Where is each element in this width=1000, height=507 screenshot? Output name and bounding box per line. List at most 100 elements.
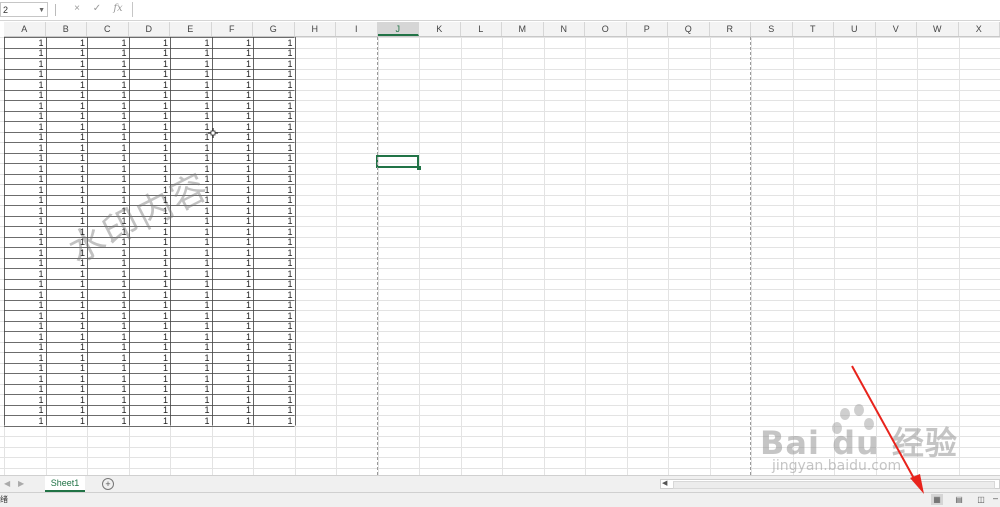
cell-d12[interactable]: 1 xyxy=(129,153,171,164)
cell-c22[interactable]: 1 xyxy=(87,258,129,269)
column-header-s[interactable]: S xyxy=(751,22,793,36)
cell-d30[interactable]: 1 xyxy=(129,342,171,353)
cell-c26[interactable]: 1 xyxy=(87,300,129,311)
cell-f23[interactable]: 1 xyxy=(212,269,254,280)
cell-a35[interactable]: 1 xyxy=(4,395,46,406)
column-header-l[interactable]: L xyxy=(461,22,503,36)
cell-e33[interactable]: 1 xyxy=(170,374,212,385)
cell-f32[interactable]: 1 xyxy=(212,363,254,374)
cell-e12[interactable]: 1 xyxy=(170,153,212,164)
cell-b23[interactable]: 1 xyxy=(46,269,88,280)
cell-a7[interactable]: 1 xyxy=(4,101,46,112)
cell-g32[interactable]: 1 xyxy=(253,363,295,374)
cell-d29[interactable]: 1 xyxy=(129,332,171,343)
tab-prev-icon[interactable]: ◀ xyxy=(4,479,10,488)
cell-f14[interactable]: 1 xyxy=(212,174,254,185)
cell-e19[interactable]: 1 xyxy=(170,227,212,238)
cell-b28[interactable]: 1 xyxy=(46,321,88,332)
scroll-left-icon[interactable]: ◀ xyxy=(662,479,667,487)
cell-d18[interactable]: 1 xyxy=(129,216,171,227)
cell-a16[interactable]: 1 xyxy=(4,195,46,206)
cell-g18[interactable]: 1 xyxy=(253,216,295,227)
cell-b32[interactable]: 1 xyxy=(46,363,88,374)
cell-d23[interactable]: 1 xyxy=(129,269,171,280)
cell-f16[interactable]: 1 xyxy=(212,195,254,206)
cell-c9[interactable]: 1 xyxy=(87,122,129,133)
cell-f33[interactable]: 1 xyxy=(212,374,254,385)
cell-a4[interactable]: 1 xyxy=(4,69,46,80)
cell-c24[interactable]: 1 xyxy=(87,279,129,290)
cell-d37[interactable]: 1 xyxy=(129,416,171,427)
cell-c2[interactable]: 1 xyxy=(87,48,129,59)
cell-a29[interactable]: 1 xyxy=(4,332,46,343)
cell-d14[interactable]: 1 xyxy=(129,174,171,185)
enter-icon[interactable]: ✓ xyxy=(90,3,104,14)
cell-e34[interactable]: 1 xyxy=(170,384,212,395)
cell-d21[interactable]: 1 xyxy=(129,248,171,259)
page-layout-view-icon[interactable]: ▤ xyxy=(953,494,965,505)
cell-d4[interactable]: 1 xyxy=(129,69,171,80)
cell-d8[interactable]: 1 xyxy=(129,111,171,122)
cell-d9[interactable]: 1 xyxy=(129,122,171,133)
cell-c32[interactable]: 1 xyxy=(87,363,129,374)
column-header-v[interactable]: V xyxy=(876,22,918,36)
cell-e14[interactable]: 1 xyxy=(170,174,212,185)
cell-g13[interactable]: 1 xyxy=(253,164,295,175)
cell-c3[interactable]: 1 xyxy=(87,59,129,70)
cell-g12[interactable]: 1 xyxy=(253,153,295,164)
cell-c8[interactable]: 1 xyxy=(87,111,129,122)
cell-b34[interactable]: 1 xyxy=(46,384,88,395)
cell-d31[interactable]: 1 xyxy=(129,353,171,364)
cell-d36[interactable]: 1 xyxy=(129,405,171,416)
cell-b9[interactable]: 1 xyxy=(46,122,88,133)
cell-e22[interactable]: 1 xyxy=(170,258,212,269)
cell-a15[interactable]: 1 xyxy=(4,185,46,196)
cell-f20[interactable]: 1 xyxy=(212,237,254,248)
cell-a28[interactable]: 1 xyxy=(4,321,46,332)
cell-a26[interactable]: 1 xyxy=(4,300,46,311)
cell-d5[interactable]: 1 xyxy=(129,80,171,91)
cell-b19[interactable]: 1 xyxy=(46,227,88,238)
column-header-u[interactable]: U xyxy=(834,22,876,36)
cell-b36[interactable]: 1 xyxy=(46,405,88,416)
normal-view-icon[interactable]: ▦ xyxy=(931,494,943,505)
cell-c11[interactable]: 1 xyxy=(87,143,129,154)
cell-g1[interactable]: 1 xyxy=(253,38,295,49)
cell-b1[interactable]: 1 xyxy=(46,38,88,49)
cell-g15[interactable]: 1 xyxy=(253,185,295,196)
cell-a2[interactable]: 1 xyxy=(4,48,46,59)
cell-d24[interactable]: 1 xyxy=(129,279,171,290)
cell-g36[interactable]: 1 xyxy=(253,405,295,416)
add-sheet-button[interactable]: + xyxy=(102,478,114,490)
formula-input[interactable] xyxy=(132,2,999,17)
cell-g11[interactable]: 1 xyxy=(253,143,295,154)
cell-f36[interactable]: 1 xyxy=(212,405,254,416)
selected-cell[interactable] xyxy=(376,155,419,168)
cell-e7[interactable]: 1 xyxy=(170,101,212,112)
cell-e30[interactable]: 1 xyxy=(170,342,212,353)
cell-f6[interactable]: 1 xyxy=(212,90,254,101)
cell-f1[interactable]: 1 xyxy=(212,38,254,49)
cell-c29[interactable]: 1 xyxy=(87,332,129,343)
cell-b10[interactable]: 1 xyxy=(46,132,88,143)
cell-f12[interactable]: 1 xyxy=(212,153,254,164)
cell-g9[interactable]: 1 xyxy=(253,122,295,133)
cell-c20[interactable]: 1 xyxy=(87,237,129,248)
cell-b14[interactable]: 1 xyxy=(46,174,88,185)
cell-c1[interactable]: 1 xyxy=(87,38,129,49)
cancel-icon[interactable]: × xyxy=(70,3,84,14)
column-header-q[interactable]: Q xyxy=(668,22,710,36)
cell-a22[interactable]: 1 xyxy=(4,258,46,269)
cell-g14[interactable]: 1 xyxy=(253,174,295,185)
column-header-f[interactable]: F xyxy=(212,22,254,36)
cell-b12[interactable]: 1 xyxy=(46,153,88,164)
cell-e31[interactable]: 1 xyxy=(170,353,212,364)
cell-f24[interactable]: 1 xyxy=(212,279,254,290)
cell-a19[interactable]: 1 xyxy=(4,227,46,238)
cell-f3[interactable]: 1 xyxy=(212,59,254,70)
cell-d10[interactable]: 1 xyxy=(129,132,171,143)
cell-g8[interactable]: 1 xyxy=(253,111,295,122)
cell-b16[interactable]: 1 xyxy=(46,195,88,206)
cell-g17[interactable]: 1 xyxy=(253,206,295,217)
cell-e1[interactable]: 1 xyxy=(170,38,212,49)
